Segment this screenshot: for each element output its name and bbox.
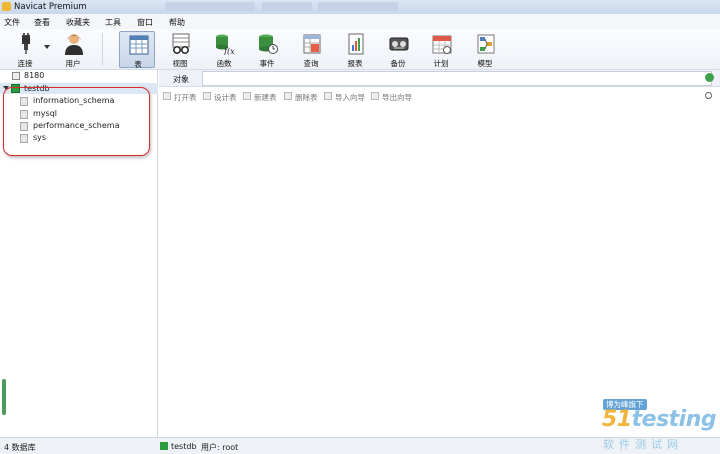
view-label: 视图 bbox=[172, 59, 188, 68]
watermark-logo: 51testing bbox=[602, 407, 717, 432]
object-list-area[interactable] bbox=[159, 104, 720, 437]
import-wizard-label: 导入向导 bbox=[335, 93, 365, 102]
navicat-app-icon bbox=[2, 2, 11, 11]
open-table-icon bbox=[163, 92, 171, 100]
report-icon bbox=[348, 33, 364, 55]
user-label: 用户 bbox=[65, 59, 81, 68]
query-label: 查询 bbox=[303, 59, 319, 68]
background-tab[interactable] bbox=[165, 2, 255, 11]
open-table-label: 打开表 bbox=[174, 93, 197, 102]
object-tab-strip bbox=[202, 71, 712, 86]
event-icon bbox=[259, 34, 278, 54]
table-button[interactable]: 表 bbox=[119, 31, 155, 69]
model-button[interactable]: 模型 bbox=[467, 31, 503, 68]
menu-favorites[interactable]: 收藏夹 bbox=[66, 17, 90, 28]
new-table-icon bbox=[243, 92, 251, 100]
object-tab-bar: 对象 bbox=[159, 70, 720, 87]
query-button[interactable]: 查询 bbox=[293, 31, 329, 68]
view-icon bbox=[172, 33, 190, 54]
view-button[interactable]: 视图 bbox=[162, 31, 198, 68]
design-table-icon bbox=[203, 92, 211, 100]
table-icon bbox=[129, 35, 149, 55]
search-icon[interactable] bbox=[705, 92, 712, 99]
function-label: 函数 bbox=[216, 59, 232, 68]
status-database: testdb bbox=[171, 442, 197, 451]
plug-icon bbox=[22, 33, 30, 54]
table-label: 表 bbox=[134, 60, 142, 69]
menu-window[interactable]: 窗口 bbox=[137, 17, 153, 28]
user-icon bbox=[65, 34, 83, 55]
connection-name: 8180 bbox=[24, 71, 45, 80]
new-table-label: 新建表 bbox=[254, 93, 277, 102]
menu-view[interactable]: 查看 bbox=[34, 17, 50, 28]
svg-text:f(x): f(x) bbox=[223, 47, 235, 55]
schedule-label: 计划 bbox=[433, 59, 449, 68]
export-wizard-label: 导出向导 bbox=[382, 93, 412, 102]
connect-label: 连接 bbox=[17, 59, 33, 68]
backup-label: 备份 bbox=[390, 59, 406, 68]
connect-dropdown-caret[interactable] bbox=[44, 45, 50, 49]
title-bar: Navicat Premium bbox=[0, 0, 720, 14]
model-label: 模型 bbox=[477, 59, 493, 68]
query-icon bbox=[303, 34, 321, 54]
watermark: 博为峰旗下 51testing 软件测试网 bbox=[600, 398, 718, 452]
navigation-pane: 8180 testdb information_schema mysql per… bbox=[0, 70, 158, 437]
background-tab[interactable] bbox=[318, 2, 398, 11]
window-title: Navicat Premium bbox=[14, 2, 87, 12]
main-toolbar: 连接 用户 表 视图 f(x) 函数 事件 bbox=[0, 29, 720, 70]
object-action-bar: 打开表 设计表 新建表 删除表 导入向导 导出向导 bbox=[159, 88, 720, 104]
schedule-button[interactable]: 计划 bbox=[423, 31, 459, 68]
add-tab-icon[interactable] bbox=[705, 73, 714, 82]
database-count: 4 数据库 bbox=[4, 443, 36, 452]
report-label: 报表 bbox=[347, 59, 363, 68]
report-button[interactable]: 报表 bbox=[337, 31, 373, 68]
pane-scroll-grip[interactable] bbox=[2, 379, 6, 415]
design-table-label: 设计表 bbox=[214, 93, 237, 102]
watermark-subtitle: 软件测试网 bbox=[603, 438, 683, 451]
user-button[interactable]: 用户 bbox=[55, 31, 91, 68]
import-icon bbox=[324, 92, 332, 100]
event-button[interactable]: 事件 bbox=[249, 31, 285, 68]
export-icon bbox=[371, 92, 379, 100]
database-status-icon bbox=[160, 442, 168, 450]
connect-button[interactable]: 连接 bbox=[7, 31, 50, 68]
calendar-icon bbox=[432, 35, 452, 54]
menu-file[interactable]: 文件 bbox=[4, 17, 20, 28]
function-icon: f(x) bbox=[216, 34, 235, 55]
red-annotation-outline bbox=[3, 87, 150, 156]
menu-tools[interactable]: 工具 bbox=[105, 17, 121, 28]
function-button[interactable]: f(x) 函数 bbox=[206, 31, 242, 68]
connection-icon bbox=[12, 72, 20, 80]
backup-icon bbox=[389, 37, 409, 51]
objects-tab[interactable]: 对象 bbox=[173, 74, 189, 85]
event-label: 事件 bbox=[259, 59, 275, 68]
status-user: 用户: root bbox=[201, 443, 239, 452]
toolbar-separator bbox=[102, 33, 103, 66]
menu-bar: 文件 查看 收藏夹 工具 窗口 帮助 bbox=[0, 14, 720, 29]
model-icon bbox=[477, 34, 495, 54]
backup-button[interactable]: 备份 bbox=[380, 31, 416, 68]
background-tab[interactable] bbox=[262, 2, 312, 11]
delete-table-icon bbox=[284, 92, 292, 100]
delete-table-label: 删除表 bbox=[295, 93, 318, 102]
menu-help[interactable]: 帮助 bbox=[169, 17, 185, 28]
